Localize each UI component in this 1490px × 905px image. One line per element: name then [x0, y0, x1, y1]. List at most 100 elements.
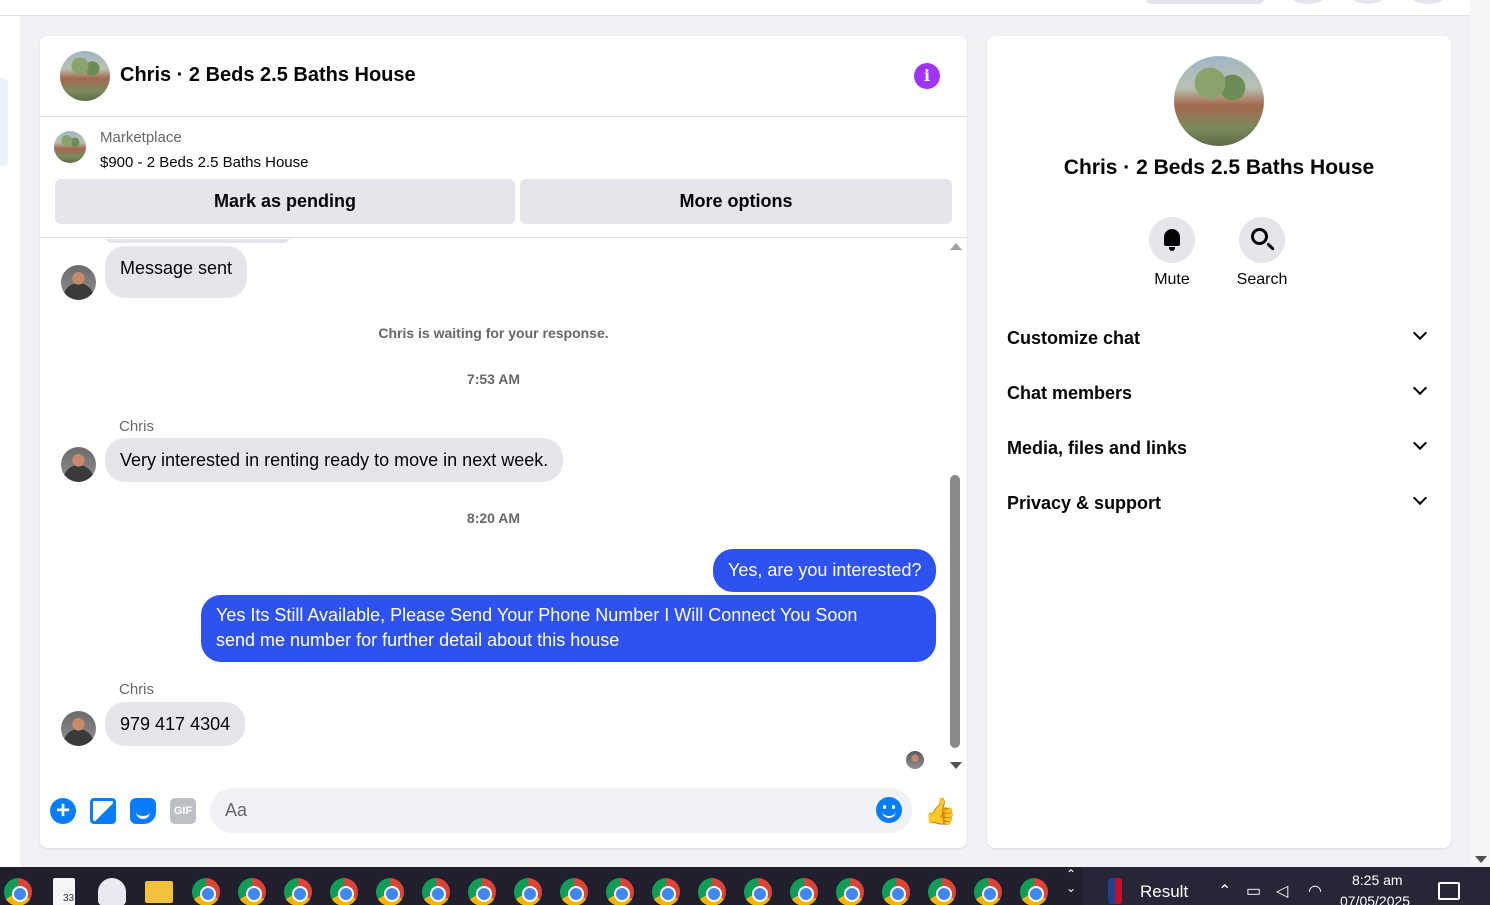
- info-icon[interactable]: i: [914, 63, 940, 89]
- conversation-avatar[interactable]: [60, 51, 110, 101]
- snipping-tool-icon[interactable]: [98, 878, 126, 905]
- chrome-icon[interactable]: [468, 878, 496, 905]
- plus-icon[interactable]: +: [50, 798, 76, 824]
- listing-thumbnail[interactable]: [54, 131, 86, 163]
- speaker-icon[interactable]: ◁: [1276, 881, 1288, 901]
- message-input[interactable]: [225, 788, 855, 833]
- sticker-icon[interactable]: [130, 798, 156, 824]
- scroll-down-arrow[interactable]: [950, 762, 962, 769]
- chrome-icon[interactable]: [652, 878, 680, 905]
- timestamp: 8:20 AM: [466, 510, 521, 526]
- notification-center-icon[interactable]: [1438, 882, 1460, 900]
- mark-as-pending-button[interactable]: Mark as pending: [55, 179, 515, 224]
- chrome-icon[interactable]: [4, 878, 32, 905]
- conversation-details-panel: Chris · 2 Beds 2.5 Baths House Mute Sear…: [987, 36, 1451, 848]
- left-nav-strip: [0, 16, 20, 867]
- top-nav-circle-button[interactable]: [1348, 0, 1388, 4]
- incoming-message-bubble: 979 417 4304: [105, 702, 246, 746]
- chrome-icon[interactable]: [836, 878, 864, 905]
- section-customize-chat[interactable]: Customize chat: [1007, 318, 1431, 358]
- listing-price-title[interactable]: $900 - 2 Beds 2.5 Baths House: [100, 154, 308, 171]
- chrome-icon[interactable]: [606, 878, 634, 905]
- document-icon[interactable]: 33: [53, 878, 75, 905]
- outgoing-message-line: Yes Its Still Available, Please Send You…: [216, 605, 858, 625]
- emoji-icon[interactable]: [876, 797, 902, 823]
- nba-logo-icon[interactable]: [1108, 878, 1122, 904]
- sender-avatar[interactable]: [61, 711, 96, 746]
- chrome-icon[interactable]: [284, 878, 312, 905]
- clock-date[interactable]: 07/05/2025: [1340, 893, 1410, 905]
- sender-avatar[interactable]: [61, 447, 96, 482]
- section-label: Privacy & support: [1007, 493, 1162, 513]
- badge-count: 33: [63, 893, 75, 904]
- chevron-up-icon[interactable]: ⌃: [1218, 881, 1231, 901]
- widget-label[interactable]: Result: [1140, 882, 1188, 902]
- image-icon[interactable]: [90, 798, 116, 824]
- search-label: Search: [1236, 271, 1288, 288]
- search-circle[interactable]: [1239, 217, 1285, 263]
- page-scroll-down-arrow[interactable]: [1475, 856, 1487, 863]
- chat-title[interactable]: Chris · 2 Beds 2.5 Baths House: [120, 64, 416, 87]
- listing-label: Marketplace: [100, 129, 182, 146]
- battery-icon[interactable]: ▭: [1246, 881, 1261, 901]
- incoming-message-bubble: Very interested in renting ready to move…: [105, 438, 564, 482]
- top-nav-circle-button[interactable]: [1288, 0, 1328, 4]
- outgoing-message-bubble: Yes Its Still Available, Please Send You…: [201, 595, 936, 662]
- mute-button[interactable]: Mute: [1137, 217, 1207, 289]
- message-list: Message sent Chris is waiting for your r…: [40, 239, 967, 779]
- section-privacy-support[interactable]: Privacy & support: [1007, 483, 1431, 523]
- mute-circle[interactable]: [1149, 217, 1195, 263]
- section-label: Chat members: [1007, 383, 1133, 403]
- chevron-down-icon: [1412, 435, 1428, 451]
- message-input-box[interactable]: [210, 788, 912, 833]
- previous-message-bubble: [105, 239, 290, 243]
- chrome-icon[interactable]: [376, 878, 404, 905]
- message-composer: + GIF 👍: [40, 779, 967, 848]
- windows-taskbar: 33 ⌃ ⌄ Result ⌃ ▭ ◁ ◠ 8:25 am 07/05/2025: [0, 867, 1490, 905]
- chrome-icon[interactable]: [1020, 878, 1048, 905]
- message-scrollbar[interactable]: [948, 239, 962, 769]
- section-label: Customize chat: [1007, 328, 1141, 348]
- search-icon: [1251, 228, 1268, 245]
- chrome-icon[interactable]: [514, 878, 542, 905]
- sender-name: Chris: [119, 681, 155, 698]
- chrome-icon[interactable]: [882, 878, 910, 905]
- chrome-icon[interactable]: [744, 878, 772, 905]
- chrome-icon[interactable]: [974, 878, 1002, 905]
- section-label: Media, files and links: [1007, 438, 1188, 458]
- gif-icon[interactable]: GIF: [170, 798, 196, 824]
- outgoing-message-bubble: Yes, are you interested?: [713, 549, 937, 592]
- section-media-files-links[interactable]: Media, files and links: [1007, 428, 1431, 468]
- chrome-icon[interactable]: [422, 878, 450, 905]
- chrome-icon[interactable]: [698, 878, 726, 905]
- details-title: Chris · 2 Beds 2.5 Baths House: [1063, 156, 1375, 179]
- waiting-note: Chris is waiting for your response.: [378, 325, 609, 341]
- chrome-icon[interactable]: [330, 878, 358, 905]
- chat-panel: Chris · 2 Beds 2.5 Baths House i Marketp…: [40, 36, 967, 848]
- scroll-thumb[interactable]: [950, 475, 960, 748]
- browser-top-bar: [0, 0, 1470, 16]
- sender-avatar[interactable]: [61, 265, 96, 300]
- chrome-icon[interactable]: [790, 878, 818, 905]
- wifi-icon[interactable]: ◠: [1308, 881, 1322, 901]
- top-nav-pill[interactable]: [1145, 0, 1265, 4]
- scroll-up-arrow[interactable]: [950, 243, 962, 250]
- chat-header: Chris · 2 Beds 2.5 Baths House i: [40, 36, 967, 117]
- file-explorer-icon[interactable]: [145, 881, 173, 903]
- left-nav-active-tab[interactable]: [0, 78, 8, 166]
- profile-avatar-button[interactable]: [1408, 0, 1448, 4]
- conversation-avatar-large[interactable]: [1174, 56, 1264, 146]
- chrome-icon[interactable]: [238, 878, 266, 905]
- chrome-icon[interactable]: [560, 878, 588, 905]
- search-button[interactable]: Search: [1227, 217, 1297, 289]
- chrome-icon[interactable]: [928, 878, 956, 905]
- chrome-icon[interactable]: [192, 878, 220, 905]
- taskbar-scroll[interactable]: ⌃ ⌄: [1062, 867, 1080, 905]
- more-options-button[interactable]: More options: [520, 179, 952, 224]
- thumbs-up-icon[interactable]: 👍: [924, 796, 956, 826]
- outgoing-message-line: send me number for further detail about …: [216, 630, 620, 650]
- read-receipt-avatar: [906, 751, 924, 769]
- clock-time[interactable]: 8:25 am: [1352, 872, 1403, 888]
- page-scrollbar[interactable]: [1470, 0, 1490, 867]
- section-chat-members[interactable]: Chat members: [1007, 373, 1431, 413]
